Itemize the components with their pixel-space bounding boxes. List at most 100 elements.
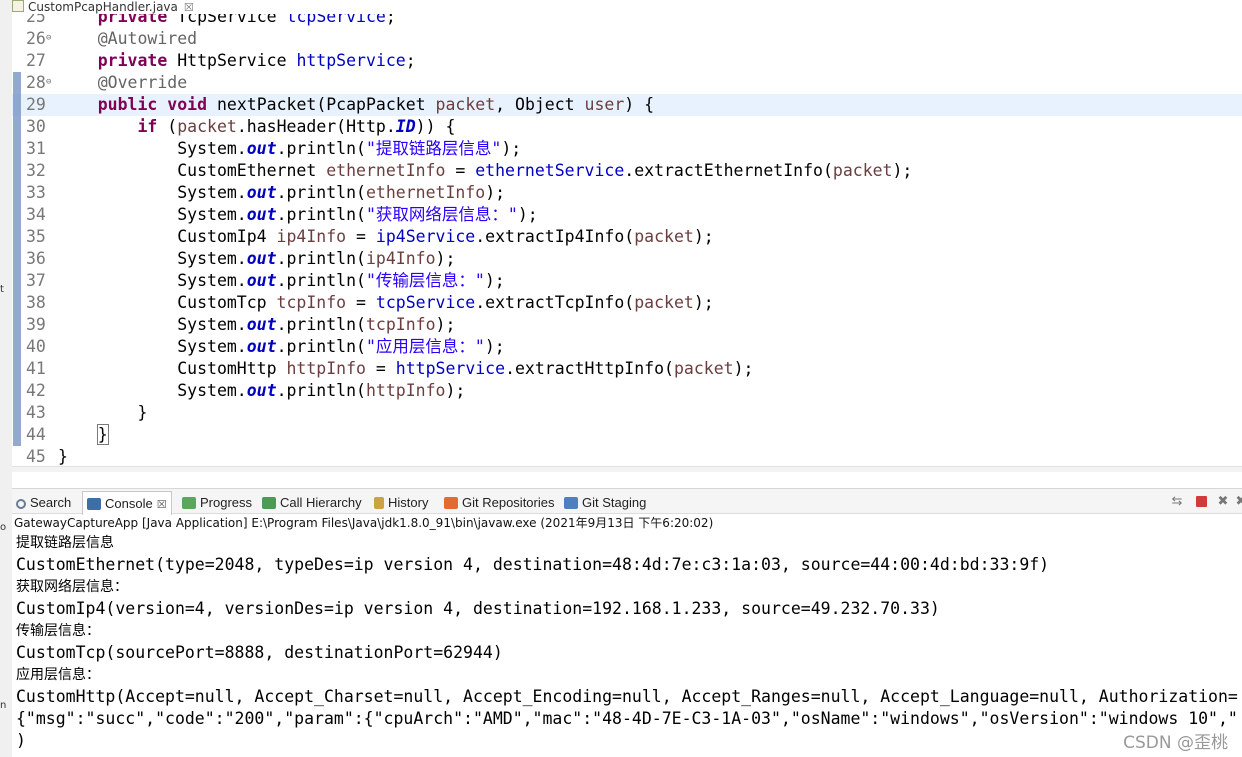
console-line: 应用层信息： — [16, 667, 100, 683]
tab-call-hierarchy-label: Call Hierarchy — [280, 495, 362, 510]
code-text: System.out.println(ip4Info); — [58, 249, 456, 268]
tab-git-staging[interactable]: Git Staging — [564, 493, 646, 513]
code-line[interactable]: 45} — [12, 446, 1242, 466]
console-line: 提取链路层信息 — [16, 535, 114, 551]
tab-call-hierarchy[interactable]: Call Hierarchy — [262, 493, 362, 513]
line-number: 42 — [26, 381, 46, 400]
git-staging-icon — [564, 497, 578, 509]
line-number: 35 — [26, 227, 46, 246]
console-output[interactable]: 提取链路层信息 CustomEthernet(type=2048, typeDes… — [12, 532, 1242, 757]
code-line[interactable]: 29 public void nextPacket(PcapPacket pac… — [12, 94, 1242, 116]
code-line[interactable]: 32 CustomEthernet ethernetInfo = etherne… — [12, 160, 1242, 182]
code-line[interactable]: 30 if (packet.hasHeader(Http.ID)) { — [12, 116, 1242, 138]
code-line[interactable]: 25 private TcpService tcpService; — [12, 14, 1242, 28]
change-marker — [13, 402, 21, 424]
left-edge-char: t — [0, 284, 4, 295]
code-line[interactable]: 37 System.out.println("传输层信息："); — [12, 270, 1242, 292]
tab-console[interactable]: Console ☒ — [82, 491, 172, 515]
line-number: 36 — [26, 249, 46, 268]
tab-progress-label: Progress — [200, 495, 253, 510]
editor-tab[interactable]: CustomPcapHandler.java ☒ — [12, 0, 212, 14]
change-marker — [13, 138, 21, 160]
fold-toggle-icon[interactable]: ⊖ — [46, 27, 51, 49]
code-line[interactable]: 39 System.out.println(tcpInfo); — [12, 314, 1242, 336]
line-number: 32 — [26, 161, 46, 180]
tab-search[interactable]: Search — [16, 493, 71, 513]
code-text: } — [58, 403, 148, 422]
line-number: 45 — [26, 447, 46, 466]
line-number: 37 — [26, 271, 46, 290]
editor-tab-filename: CustomPcapHandler.java — [28, 0, 178, 14]
call-hierarchy-icon — [262, 497, 276, 509]
terminate-icon[interactable] — [1196, 496, 1207, 507]
watermark: CSDN @歪桃 — [1123, 728, 1228, 753]
code-line[interactable]: 41 CustomHttp httpInfo = httpService.ext… — [12, 358, 1242, 380]
tab-progress[interactable]: Progress — [182, 493, 252, 513]
line-number: 39 — [26, 315, 46, 334]
console-line: {"msg":"succ","code":"200","param":{"cpu… — [16, 709, 1238, 728]
tab-history[interactable]: History — [374, 493, 428, 513]
code-text: System.out.println("提取链路层信息"); — [58, 139, 522, 158]
fold-toggle-icon[interactable]: ⊖ — [46, 71, 51, 93]
line-number: 30 — [26, 117, 46, 136]
line-number: 34 — [26, 205, 46, 224]
remove-launch-icon[interactable]: ✖ — [1216, 494, 1230, 508]
tab-git-repositories[interactable]: Git Repositories — [444, 493, 554, 513]
editor-horizontal-scrollbar[interactable] — [12, 466, 1242, 472]
console-launch-info: GatewayCaptureApp [Java Application] E:\… — [14, 516, 714, 530]
code-line[interactable]: 33 System.out.println(ethernetInfo); — [12, 182, 1242, 204]
code-text: @Autowired — [97, 29, 198, 48]
code-text: System.out.println("获取网络层信息："); — [58, 205, 538, 224]
git-repositories-icon — [444, 497, 458, 509]
code-line[interactable]: 31 System.out.println("提取链路层信息"); — [12, 138, 1242, 160]
remove-all-icon[interactable]: ✖ — [1234, 494, 1242, 508]
code-line[interactable]: 36 System.out.println(ip4Info); — [12, 248, 1242, 270]
change-marker — [13, 248, 21, 270]
code-line[interactable]: 43 } — [12, 402, 1242, 424]
tab-git-repositories-label: Git Repositories — [462, 495, 555, 510]
line-number: 25 — [26, 14, 46, 26]
line-number: 44 — [26, 425, 46, 444]
code-line[interactable]: 40 System.out.println("应用层信息："); — [12, 336, 1242, 358]
code-text: CustomHttp httpInfo = httpService.extrac… — [58, 359, 754, 378]
change-marker — [13, 424, 21, 446]
code-text: public void nextPacket(PcapPacket packet… — [97, 95, 655, 114]
code-line[interactable]: 34 System.out.println("获取网络层信息："); — [12, 204, 1242, 226]
change-marker — [13, 94, 21, 116]
progress-icon — [182, 497, 196, 509]
disconnect-icon[interactable]: ⇆ — [1170, 494, 1184, 508]
code-line[interactable]: 28 ⊖ @Override — [12, 72, 1242, 94]
tab-console-label: Console — [105, 496, 153, 511]
line-number: 43 — [26, 403, 46, 422]
code-line[interactable]: 44 } — [12, 424, 1242, 446]
code-text: if (packet.hasHeader(Http.ID)) { — [137, 117, 456, 136]
line-number: 27 — [26, 51, 46, 70]
console-line: ) — [16, 731, 26, 750]
console-icon — [87, 498, 101, 510]
code-text: System.out.println("传输层信息："); — [58, 271, 505, 290]
code-line[interactable]: 26 ⊖ @Autowired — [12, 28, 1242, 50]
history-icon — [374, 497, 384, 509]
close-icon[interactable]: ☒ — [157, 499, 167, 511]
code-line[interactable]: 35 CustomIp4 ip4Info = ip4Service.extrac… — [12, 226, 1242, 248]
code-line[interactable]: 27 private HttpService httpService; — [12, 50, 1242, 72]
code-line[interactable]: 42 System.out.println(httpInfo); — [12, 380, 1242, 402]
console-line: 传输层信息： — [16, 623, 100, 639]
change-marker — [13, 116, 21, 138]
left-edge-strip: t o n — [0, 0, 12, 757]
code-text: private HttpService httpService; — [97, 51, 416, 70]
code-text: CustomIp4 ip4Info = ip4Service.extractIp… — [58, 227, 714, 246]
code-editor[interactable]: 25 private TcpService tcpService; 26 ⊖ @Au… — [12, 14, 1242, 466]
left-edge-char: o — [0, 522, 7, 533]
code-text: CustomEthernet ethernetInfo = ethernetSe… — [58, 161, 913, 180]
change-marker — [13, 336, 21, 358]
code-text: CustomTcp tcpInfo = tcpService.extractTc… — [58, 293, 714, 312]
change-marker — [13, 358, 21, 380]
search-icon — [16, 499, 26, 509]
code-line[interactable]: 38 CustomTcp tcpInfo = tcpService.extrac… — [12, 292, 1242, 314]
change-marker — [13, 204, 21, 226]
code-text: System.out.println("应用层信息："); — [58, 337, 505, 356]
change-marker — [13, 226, 21, 248]
code-text: System.out.println(ethernetInfo); — [58, 183, 506, 202]
close-icon[interactable]: ☒ — [184, 1, 194, 14]
